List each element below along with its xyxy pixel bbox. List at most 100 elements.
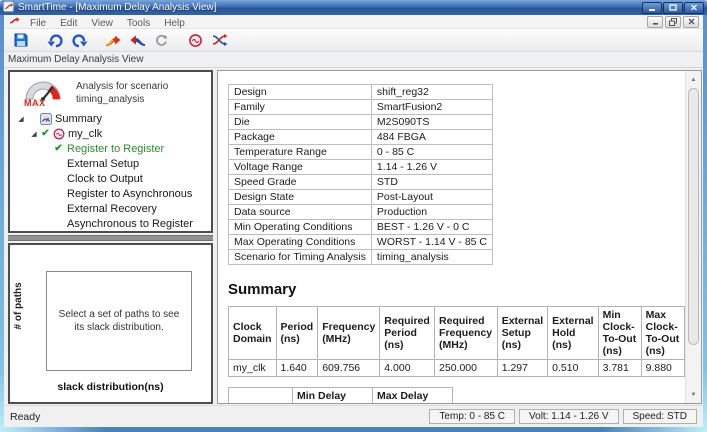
table-row: my_clk1.640609.7564.000250.0001.2970.510… [229,360,685,377]
redo-icon[interactable] [67,30,91,50]
tab-strip: Maximum Delay Analysis View [4,52,703,68]
expander-icon[interactable]: ◢ [29,130,39,138]
table-cell: Data source [229,205,372,220]
column-header: Max Clock-To-Out (ns) [641,307,684,360]
table-cell: Max Operating Conditions [229,235,372,250]
status-bar: Ready Temp: 0 - 85 C Volt: 1.14 - 1.26 V… [4,405,703,427]
pin-to-pin-delay-table: Min Delay (ns)Max Delay (ns)Input to Out… [228,387,453,403]
column-header: Required Frequency (MHz) [435,307,498,360]
toolbar [4,29,703,52]
vertical-scrollbar[interactable]: ▲ ▼ [685,71,701,403]
recalculate-icon[interactable] [149,30,173,50]
clock-icon [52,128,66,140]
table-row: Min Operating ConditionsBEST - 1.26 V - … [229,220,493,235]
menu-view[interactable]: View [84,18,120,29]
scroll-up-arrow[interactable]: ▲ [686,72,701,87]
analysis-tree-panel: MAX Analysis for scenario timing_analysi… [8,70,213,233]
maximize-button[interactable] [663,2,683,14]
column-header: Required Period (ns) [380,307,435,360]
checkmark-icon: ✔ [39,128,52,139]
mdi-minimize-button[interactable] [647,16,663,28]
table-cell: Design State [229,190,372,205]
table-row: Data sourceProduction [229,205,493,220]
analysis-report-panel: Designshift_reg32FamilySmartFusion2DieM2… [217,70,702,404]
status-speed: Speed: STD [623,409,697,424]
column-header: External Hold (ns) [548,307,598,360]
tree-item-external-recovery[interactable]: External Recovery [10,201,211,216]
menu-edit[interactable]: Edit [53,18,84,29]
tree-item-summary[interactable]: ◢ Summary [10,111,211,126]
table-cell: Scenario for Timing Analysis [229,250,372,265]
design-properties-table: Designshift_reg32FamilySmartFusion2DieM2… [228,84,493,265]
tree-item-clock-to-output[interactable]: Clock to Output [10,171,211,186]
table-cell: BEST - 1.26 V - 0 C [371,220,492,235]
expander-icon[interactable]: ◢ [16,115,26,123]
table-cell: Design [229,85,372,100]
slack-chart-area: Select a set of paths to see its slack d… [46,271,192,371]
slack-x-axis-label: slack distribution(ns) [10,381,211,393]
undo-icon[interactable] [43,30,67,50]
table-row: DieM2S090TS [229,115,493,130]
tree-item-label: Summary [53,113,102,125]
tree-item-external-setup[interactable]: External Setup [10,156,211,171]
scenario-name: timing_analysis [76,94,144,105]
slack-y-axis-label: # of paths [13,282,24,329]
save-icon[interactable] [9,30,33,50]
close-button[interactable] [684,2,704,14]
application-window: SmartTime - [Maximum Delay Analysis View… [0,0,707,432]
table-row: Scenario for Timing Analysistiming_analy… [229,250,493,265]
column-header: Clock Domain [229,307,277,360]
table-cell: 3.781 [598,360,641,377]
panel-splitter[interactable] [8,235,213,241]
tree-item-my-clk[interactable]: ◢✔my_clk [10,126,211,141]
mdi-restore-button[interactable] [665,16,681,28]
column-header: External Setup (ns) [497,307,547,360]
table-cell: 9.880 [641,360,684,377]
table-cell: Voltage Range [229,160,372,175]
menu-help[interactable]: Help [157,18,192,29]
table-cell: 0 - 85 C [371,145,492,160]
table-cell: 250.000 [435,360,498,377]
table-cell: Production [371,205,492,220]
status-ready: Ready [10,411,40,423]
menu-bar: FileEditViewToolsHelp [4,15,703,29]
max-gauge-icon: MAX [22,77,64,108]
domain-browser: MAX Analysis for scenario timing_analysi… [8,70,213,404]
table-row: Temperature Range0 - 85 C [229,145,493,160]
scrollbar-thumb[interactable] [688,88,699,345]
tree-item-label: Asynchronous to Register [65,218,193,230]
minimum-delay-analysis-icon[interactable] [125,30,149,50]
tree-item-label: External Setup [65,158,139,170]
tree-item-register-to-register[interactable]: ✔Register to Register [10,141,211,156]
clock-domain-summary-table: Clock DomainPeriod (ns)Frequency (MHz)Re… [228,306,685,377]
minimize-button[interactable] [642,2,662,14]
tree-item-register-to-asynchronous[interactable]: Register to Asynchronous [10,186,211,201]
table-cell: Die [229,115,372,130]
show-paths-icon[interactable] [207,30,231,50]
tree-item-label: Register to Register [65,143,164,155]
constraints-editor-icon[interactable] [183,30,207,50]
table-cell: WORST - 1.14 V - 85 C [371,235,492,250]
table-row: Package484 FBGA [229,130,493,145]
window-frame-bottom [0,427,707,432]
table-cell: 1.297 [497,360,547,377]
table-row: Design StatePost-Layout [229,190,493,205]
status-voltage: Volt: 1.14 - 1.26 V [519,409,619,424]
tree-item-asynchronous-to-register[interactable]: Asynchronous to Register [10,216,211,231]
menu-tools[interactable]: Tools [120,18,157,29]
column-header: Min Delay (ns) [293,388,373,404]
mdi-close-button[interactable] [683,16,699,28]
table-cell: SmartFusion2 [371,100,492,115]
menu-file[interactable]: File [23,18,53,29]
table-row: FamilySmartFusion2 [229,100,493,115]
table-cell: 484 FBGA [371,130,492,145]
table-header-row: Clock DomainPeriod (ns)Frequency (MHz)Re… [229,307,685,360]
mdi-child-icon [6,13,23,31]
table-cell: Speed Grade [229,175,372,190]
maximum-delay-analysis-icon[interactable] [101,30,125,50]
table-cell: timing_analysis [371,250,492,265]
analysis-tree: ◢Summary◢✔my_clk✔Register to RegisterExt… [10,110,211,231]
scroll-down-arrow[interactable]: ▼ [686,387,701,402]
table-row: Voltage Range1.14 - 1.26 V [229,160,493,175]
table-row: Max Operating ConditionsWORST - 1.14 V -… [229,235,493,250]
